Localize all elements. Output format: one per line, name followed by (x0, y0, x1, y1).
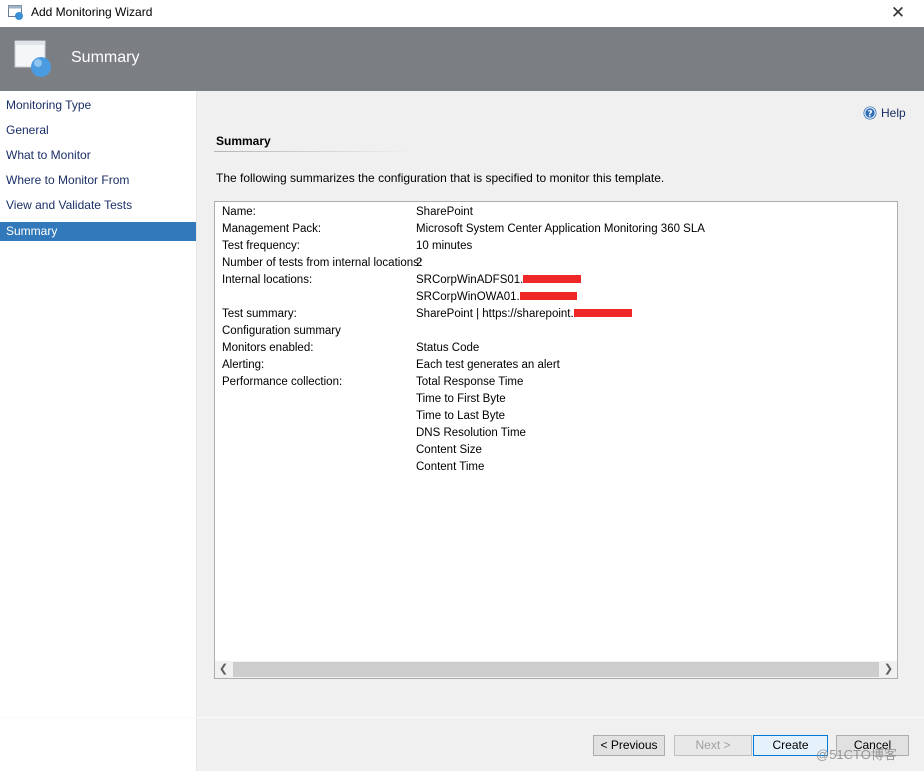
perf-time-to-last-byte: Time to Last Byte (416, 410, 506, 422)
wizard-page-icon (14, 40, 51, 77)
nav-item-monitoring-type[interactable]: Monitoring Type (0, 96, 196, 115)
internal-location-1: SRCorpWinADFS01. (416, 274, 582, 286)
help-link[interactable]: ? Help (863, 106, 906, 120)
help-label: Help (881, 106, 906, 120)
window-title: Add Monitoring Wizard (31, 5, 153, 19)
perf-total-response-time: Total Response Time (416, 376, 524, 388)
nav-item-what-to-monitor[interactable]: What to Monitor (0, 146, 196, 165)
nav-item-view-and-validate-tests[interactable]: View and Validate Tests (0, 196, 196, 215)
intro-text: The following summarizes the configurati… (216, 171, 665, 185)
horizontal-scrollbar[interactable]: ❮ ❯ (215, 661, 897, 678)
name-value: SharePoint (416, 206, 473, 218)
perf-dns-resolution-time: DNS Resolution Time (416, 427, 526, 439)
internal-locations-label: Internal locations: (222, 274, 313, 286)
test-summary-text: SharePoint | https://sharepoint. (416, 308, 574, 320)
scroll-left-icon[interactable]: ❮ (215, 661, 232, 678)
wizard-app-icon (8, 5, 23, 20)
perf-content-time: Content Time (416, 461, 485, 473)
redaction-mark (523, 275, 582, 283)
performance-collection-label: Performance collection: (222, 376, 343, 388)
nav-item-where-to-monitor-from[interactable]: Where to Monitor From (0, 171, 196, 190)
management-pack-label: Management Pack: (222, 223, 322, 235)
test-summary-label: Test summary: (222, 308, 297, 320)
previous-button[interactable]: < Previous (593, 735, 665, 756)
nav-item-summary[interactable]: Summary (0, 222, 196, 241)
internal-location-2: SRCorpWinOWA01. (416, 291, 577, 303)
monitors-enabled-value: Status Code (416, 342, 480, 354)
alerting-label: Alerting: (222, 359, 265, 371)
scrollbar-thumb[interactable] (233, 662, 879, 677)
section-divider (214, 151, 414, 152)
wizard-header: Summary (0, 27, 924, 91)
close-button[interactable]: ✕ (872, 0, 924, 27)
internal-test-count-value: 2 (416, 257, 423, 269)
page-title: Summary (71, 49, 140, 66)
test-summary-value: SharePoint | https://sharepoint. (416, 308, 632, 320)
redaction-mark (573, 309, 632, 317)
alerting-value: Each test generates an alert (416, 359, 560, 371)
help-icon: ? (863, 106, 877, 120)
next-button[interactable]: Next > (674, 735, 752, 756)
perf-time-to-first-byte: Time to First Byte (416, 393, 506, 405)
redaction-mark (519, 292, 577, 300)
content-pane: ? Help Summary The following summarizes … (197, 91, 924, 717)
section-title: Summary (216, 134, 271, 148)
nav-item-general[interactable]: General (0, 121, 196, 140)
title-bar: Add Monitoring Wizard ✕ (0, 0, 924, 27)
test-frequency-value: 10 minutes (416, 240, 473, 252)
management-pack-value: Microsoft System Center Application Moni… (416, 223, 705, 235)
svg-text:?: ? (867, 110, 872, 120)
perf-content-size: Content Size (416, 444, 482, 456)
scroll-right-icon[interactable]: ❯ (880, 661, 897, 678)
name-label: Name: (222, 206, 256, 218)
internal-location-2-text: SRCorpWinOWA01. (416, 291, 520, 303)
internal-test-count-label: Number of tests from internal locations: (222, 257, 423, 269)
summary-text-box[interactable]: Name: SharePoint Management Pack: Micros… (214, 201, 898, 679)
test-frequency-label: Test frequency: (222, 240, 300, 252)
wizard-steps-nav: Monitoring Type General What to Monitor … (0, 91, 196, 771)
internal-location-1-text: SRCorpWinADFS01. (416, 274, 524, 286)
configuration-summary-label: Configuration summary (222, 325, 341, 337)
monitors-enabled-label: Monitors enabled: (222, 342, 314, 354)
watermark: @51CTO博客 (816, 747, 897, 762)
